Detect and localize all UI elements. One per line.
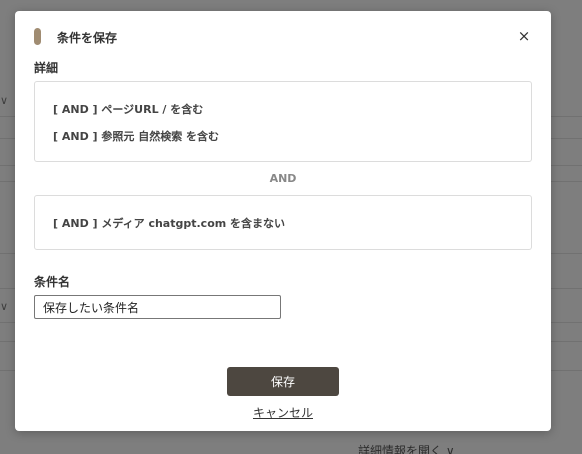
close-icon[interactable]: × xyxy=(515,26,533,46)
title-accent-bar xyxy=(34,28,41,45)
condition-name-input[interactable] xyxy=(34,295,281,319)
condition-line: [ AND ] メディア chatgpt.com を含まない xyxy=(53,217,286,230)
modal-title: 条件を保存 xyxy=(57,31,118,45)
save-button[interactable]: 保存 xyxy=(227,367,339,396)
condition-line: [ AND ] 参照元 自然検索 を含む xyxy=(53,130,220,143)
cancel-link[interactable]: キャンセル xyxy=(253,406,313,420)
condition-line: [ AND ] ページURL / を含む xyxy=(53,103,204,116)
save-condition-modal: 条件を保存 × 詳細 [ AND ] ページURL / を含む [ AND ] … xyxy=(15,11,551,431)
group-separator: AND xyxy=(269,172,297,185)
condition-group: [ AND ] メディア chatgpt.com を含まない xyxy=(34,195,532,250)
condition-group: [ AND ] ページURL / を含む [ AND ] 参照元 自然検索 を含… xyxy=(34,81,532,162)
details-label: 詳細 xyxy=(34,61,59,75)
condition-name-label: 条件名 xyxy=(34,275,71,289)
cancel-link-row: キャンセル xyxy=(15,404,551,421)
